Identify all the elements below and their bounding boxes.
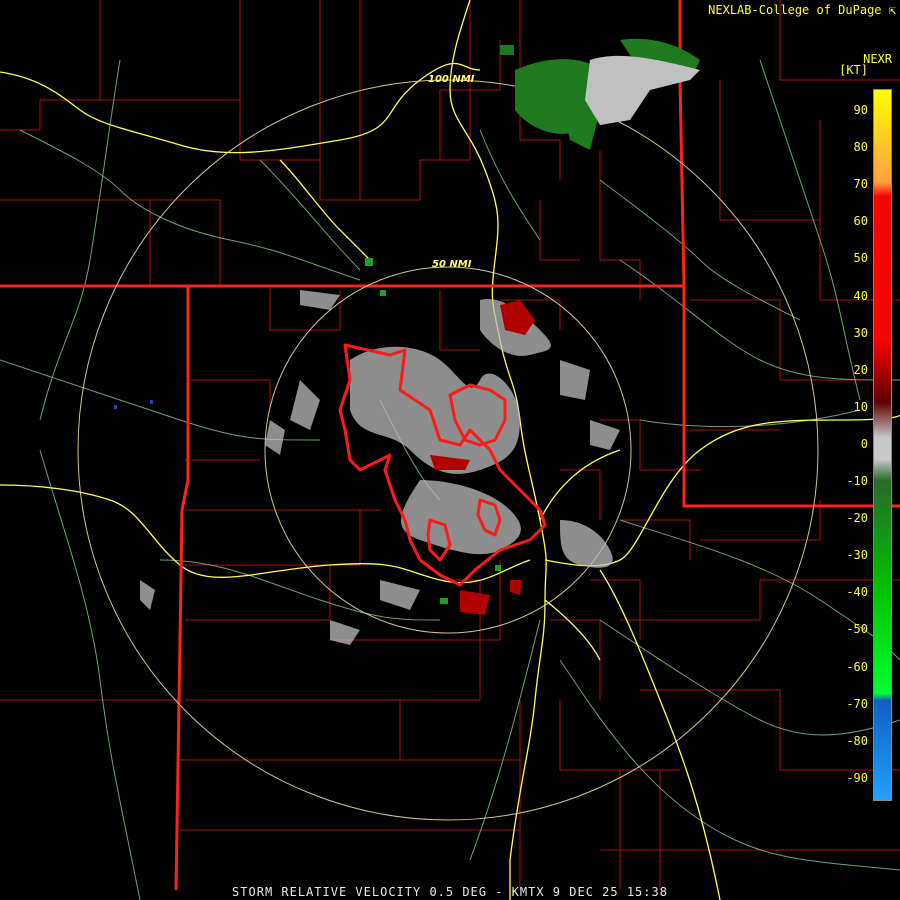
colorbar-tick-label: 50 <box>853 251 868 266</box>
colorbar-tick-label: 20 <box>853 362 868 377</box>
colorbar-tick-label: -90 <box>846 770 868 785</box>
colorbar-tick-label: 10 <box>853 399 868 414</box>
roads <box>0 59 900 900</box>
colorbar-tick-label: -80 <box>846 733 868 748</box>
colorbar-tick-label: 0 <box>860 436 868 451</box>
colorbar-tick-label: -60 <box>846 659 868 674</box>
echo-gray-central <box>140 290 620 645</box>
colorbar-tick-label: -10 <box>846 474 868 488</box>
colorbar-tick-label: 80 <box>853 140 868 155</box>
unit-label: [KT] <box>839 63 868 77</box>
velocity-echoes <box>114 38 700 645</box>
brand-label: NEXLAB-College of DuPage ⇱ <box>708 3 896 17</box>
colorbar-tick-label: -40 <box>846 585 868 600</box>
product-caption: STORM RELATIVE VELOCITY 0.5 DEG - KMTX 9… <box>232 885 668 899</box>
ring-label-50: 50 NMI <box>432 259 472 270</box>
velocity-colorbar <box>873 89 892 801</box>
ring-label-100: 100 NMI <box>428 74 475 85</box>
colorbar-tick-label: -30 <box>846 548 868 563</box>
colorbar-tick-label: -70 <box>846 696 868 711</box>
radar-map <box>0 0 900 900</box>
brand-text: NEXLAB-College of DuPage <box>708 3 882 17</box>
colorbar-tick-label: 90 <box>853 103 868 117</box>
colorbar-tick-label: 60 <box>853 214 868 229</box>
colorbar-tick-label: 40 <box>853 288 868 303</box>
colorbar-tick-label: 70 <box>853 177 868 192</box>
colorbar-tick-label: -20 <box>846 511 868 526</box>
colorbar-tick-label: -50 <box>846 622 868 637</box>
echo-gray-north <box>585 55 700 125</box>
external-link-icon[interactable]: ⇱ <box>889 3 896 17</box>
colorbar-tick-label: 30 <box>853 325 868 340</box>
